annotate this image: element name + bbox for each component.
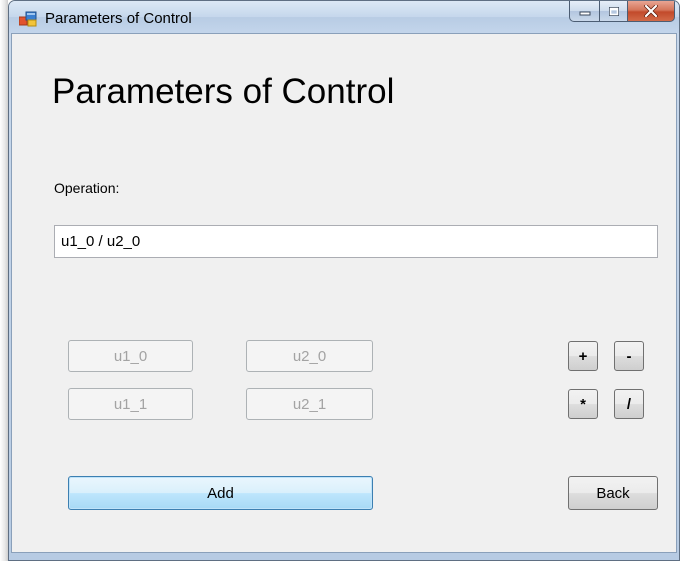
window-title: Parameters of Control	[45, 10, 192, 27]
application-icon	[19, 11, 37, 27]
page-title: Parameters of Control	[52, 72, 395, 111]
plus-button[interactable]: +	[568, 341, 598, 371]
maximize-button[interactable]	[599, 1, 627, 22]
maximize-icon	[608, 6, 619, 16]
caption-buttons	[569, 1, 675, 23]
close-icon	[644, 5, 658, 17]
variable-button-u1-0[interactable]: u1_0	[68, 340, 193, 372]
minimize-button[interactable]	[569, 1, 599, 22]
add-button[interactable]: Add	[68, 476, 373, 510]
minus-button[interactable]: -	[614, 341, 644, 371]
background-edge	[0, 0, 8, 561]
title-bar[interactable]: Parameters of Control	[9, 1, 679, 33]
variable-button-u2-0[interactable]: u2_0	[246, 340, 373, 372]
minimize-icon	[579, 11, 590, 16]
operation-input[interactable]	[54, 225, 658, 258]
close-button[interactable]	[627, 1, 675, 22]
multiply-button[interactable]: *	[568, 389, 598, 419]
variable-button-u1-1[interactable]: u1_1	[68, 388, 193, 420]
operation-label: Operation:	[54, 180, 120, 196]
back-button[interactable]: Back	[568, 476, 658, 510]
variable-button-u2-1[interactable]: u2_1	[246, 388, 373, 420]
divide-button[interactable]: /	[614, 389, 644, 419]
